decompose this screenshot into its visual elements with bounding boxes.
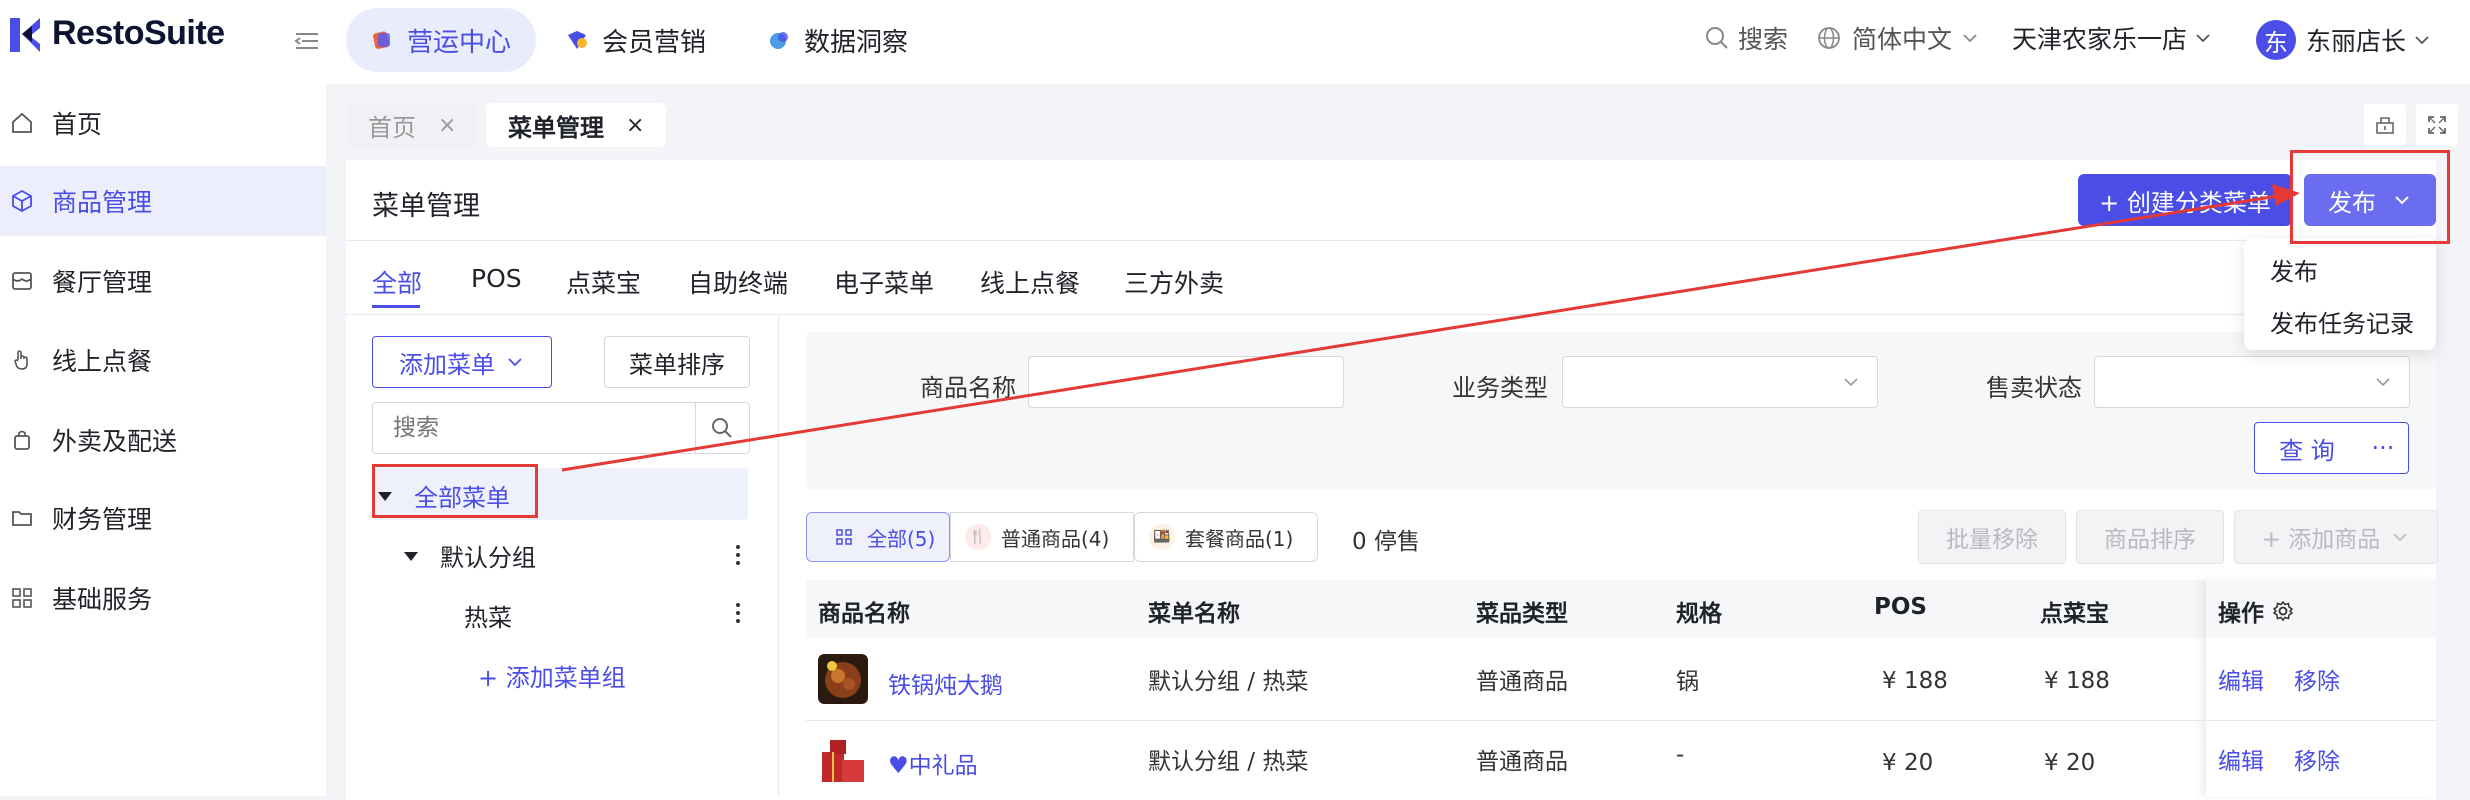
annotation-arrow xyxy=(561,184,2300,472)
